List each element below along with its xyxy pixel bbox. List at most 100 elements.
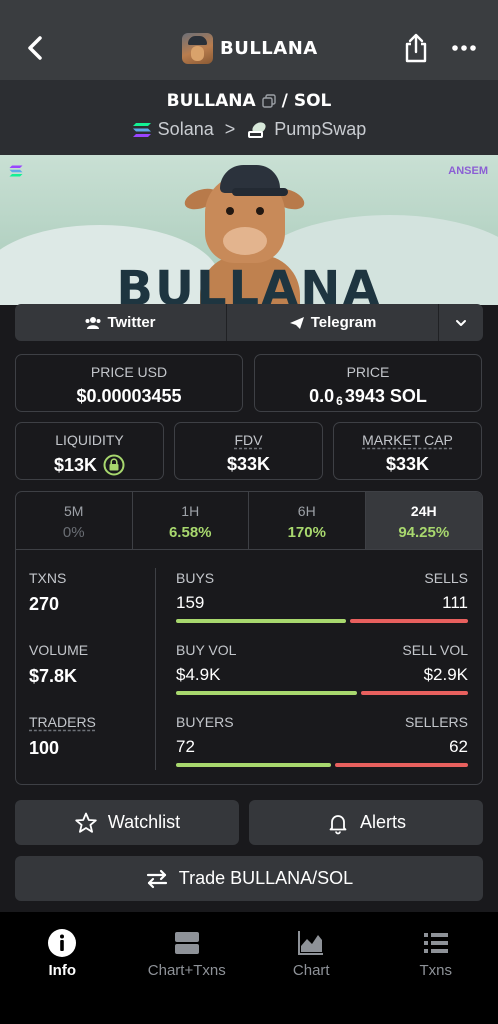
nav-chart-txns-label: Chart+Txns [147, 962, 226, 979]
volume-label: VOLUME [29, 642, 89, 658]
star-icon [75, 812, 97, 833]
alerts-label: Alerts [359, 812, 406, 832]
paper-plane-icon [289, 316, 304, 329]
price-rest: 3943 SOL [344, 386, 427, 406]
nav-txns[interactable]: Txns [374, 912, 498, 1024]
buyers-sellers-stat: BUYERS SELLERS 72 62 [176, 714, 468, 767]
token-avatar [182, 32, 213, 64]
token-header: BULLANA [182, 31, 318, 65]
price-sol-card: PRICE 0.0 6 3943 SOL [254, 354, 482, 412]
tab-6h[interactable]: 6H 170% [249, 492, 366, 549]
sells-value: 111 [442, 593, 468, 612]
telegram-button[interactable]: Telegram [227, 304, 439, 341]
info-icon [48, 929, 77, 957]
txns-label: TXNS [29, 570, 67, 586]
bell-icon [329, 814, 347, 834]
liquidity-label: LIQUIDITY [55, 432, 124, 448]
swap-arrows-icon [146, 869, 167, 888]
chain-row: Solana > PumpSwap [0, 119, 498, 140]
nav-chart[interactable]: Chart [249, 912, 374, 1024]
tab-24h-label: 24H [410, 503, 437, 519]
social-links: Twitter Telegram [15, 304, 483, 341]
traders-stat: TRADERS 100 [29, 714, 96, 758]
market-cap-label: MARKET CAP [362, 432, 453, 448]
chevron-down-icon [456, 319, 466, 326]
tab-24h-change: 94.25% [398, 524, 450, 541]
pumpswap-icon [248, 121, 266, 138]
liquidity-row: $13K [16, 454, 163, 476]
list-icon [423, 933, 448, 953]
trade-button[interactable]: Trade BULLANA/SOL [15, 856, 483, 901]
base-token: BULLANA [166, 91, 256, 111]
trade-label: Trade BULLANA/SOL [178, 868, 354, 888]
sell-vol-label: SELL VOL [402, 642, 468, 658]
bottom-nav: Info Chart+Txns Chart Txns [0, 912, 498, 1024]
page-title: BULLANA [220, 37, 318, 59]
tab-24h[interactable]: 24H 94.25% [365, 492, 482, 549]
more-socials-dropdown[interactable] [439, 304, 483, 341]
sellers-value: 62 [449, 737, 468, 756]
tab-1h[interactable]: 1H 6.58% [133, 492, 249, 549]
price-sol-label: PRICE [346, 364, 390, 380]
nav-txns-label: Txns [419, 962, 452, 979]
market-cap-card: MARKET CAP $33K [333, 422, 482, 480]
sell-vol-value: $2.9K [423, 665, 468, 684]
buy-vol-bar [176, 691, 358, 695]
tab-1h-label: 1H [181, 503, 200, 519]
liquidity-card: LIQUIDITY $13K [15, 422, 164, 480]
pair-separator: / [281, 91, 288, 111]
dex-link[interactable]: PumpSwap [274, 119, 366, 140]
watchlist-button[interactable]: Watchlist [15, 800, 239, 845]
more-options-icon[interactable] [451, 38, 477, 58]
tab-1h-change: 6.58% [168, 524, 212, 541]
buyers-bar [176, 763, 331, 767]
solana-icon [132, 122, 151, 137]
buys-value: 159 [176, 593, 205, 612]
buyers-value: 72 [176, 737, 195, 756]
alerts-button[interactable]: Alerts [249, 800, 483, 845]
volume-split-stat: BUY VOL SELL VOL $4.9K $2.9K [176, 642, 468, 695]
buyers-sellers-bar [176, 763, 468, 767]
timeframe-tabs: 5M 0% 1H 6.58% 6H 170% 24H 94.25% [16, 492, 482, 550]
sellers-bar [334, 763, 468, 767]
share-icon[interactable] [401, 32, 431, 64]
sells-bar [350, 619, 468, 623]
buys-sells-bar [176, 619, 468, 623]
buy-vol-label: BUY VOL [176, 642, 237, 658]
price-usd-card: PRICE USD $0.00003455 [15, 354, 243, 412]
buys-label: BUYS [176, 570, 215, 586]
chart-icon [298, 931, 324, 955]
stats-divider [155, 568, 156, 770]
copy-icon[interactable] [261, 94, 276, 108]
pair-info: BULLANA / SOL Solana > PumpSwap [0, 80, 498, 155]
twitter-button[interactable]: Twitter [15, 304, 227, 341]
twitter-label: Twitter [107, 314, 156, 331]
txns-value: 270 [29, 594, 60, 614]
tab-5m-change: 0% [62, 524, 85, 541]
buys-bar [176, 619, 346, 623]
liquidity-value: $13K [53, 455, 98, 475]
banner-tag: ANSEM [448, 165, 488, 177]
watchlist-label: Watchlist [107, 812, 181, 832]
lock-icon[interactable] [103, 454, 125, 476]
sells-label: SELLS [424, 570, 468, 586]
volume-stat: VOLUME $7.8K [29, 642, 88, 686]
nav-chart-txns[interactable]: Chart+Txns [125, 912, 250, 1024]
quote-token: SOL [293, 91, 332, 111]
fdv-value: $33K [226, 454, 271, 474]
traders-label: TRADERS [29, 714, 96, 730]
fdv-card: FDV $33K [174, 422, 323, 480]
buy-vol-value: $4.9K [176, 665, 221, 684]
nav-info[interactable]: Info [0, 912, 125, 1024]
nav-chart-label: Chart [292, 962, 330, 979]
chain-link[interactable]: Solana [158, 119, 214, 140]
back-arrow-icon[interactable] [20, 30, 50, 66]
tab-5m[interactable]: 5M 0% [16, 492, 133, 549]
txns-stat: TXNS 270 [29, 570, 66, 614]
buys-sells-stat: BUYS SELLS 159 111 [176, 570, 468, 623]
price-usd-label: PRICE USD [90, 364, 168, 380]
volume-value: $7.8K [29, 666, 78, 686]
token-banner: ANSEM BULLANA [0, 155, 498, 305]
pair-name-row: BULLANA / SOL [0, 91, 498, 111]
sellers-label: SELLERS [404, 714, 468, 730]
